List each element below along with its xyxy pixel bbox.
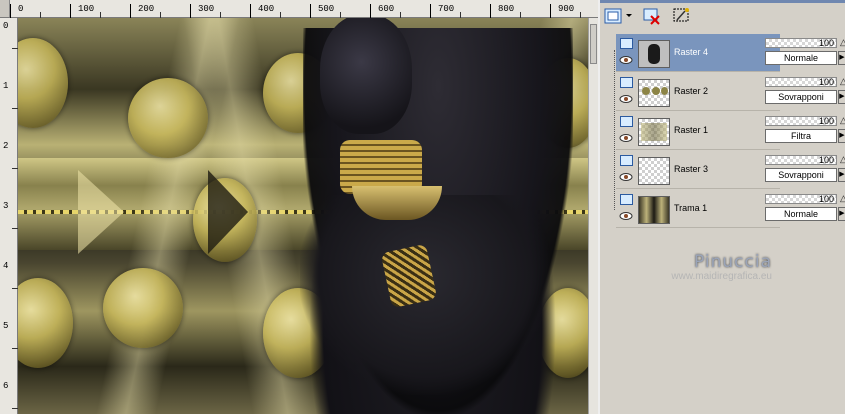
opacity-value: 100	[818, 194, 834, 204]
visibility-eye-icon[interactable]	[619, 95, 633, 103]
visibility-eye-icon[interactable]	[619, 134, 633, 142]
dropdown-arrow-icon[interactable]: ▶	[838, 129, 845, 143]
blend-mode-select[interactable]: Filtra	[765, 129, 837, 143]
layer-row-raster-3[interactable]: Raster 3	[616, 151, 780, 189]
gold-orb	[103, 268, 183, 348]
delete-layer-icon	[643, 8, 660, 25]
watermark-name: Pinuccia	[694, 252, 772, 272]
opacity-value: 100	[818, 155, 834, 165]
blend-mode-select[interactable]: Normale	[765, 51, 837, 65]
thumbnail-dot	[661, 87, 668, 95]
layer-name: Raster 1	[674, 125, 709, 135]
blend-mode-select[interactable]: Normale	[765, 207, 837, 221]
lock-icon[interactable]: △	[840, 76, 845, 87]
opacity-slider[interactable]: 100	[765, 155, 837, 165]
raster-layer-icon	[620, 77, 633, 88]
opacity-value: 100	[818, 116, 834, 126]
opacity-slider[interactable]: 100	[765, 116, 837, 126]
raster-layer-icon	[620, 194, 633, 205]
chevron-shape	[208, 170, 248, 254]
scrollbar-thumb[interactable]	[590, 24, 597, 64]
layer-name: Trama 1	[674, 203, 708, 213]
layer-thumbnail	[638, 118, 670, 146]
raster-layer-icon	[620, 116, 633, 127]
layer-row-raster-1[interactable]: Raster 1	[616, 112, 780, 150]
thumbnail-figure	[648, 44, 660, 64]
lock-icon[interactable]: △	[840, 115, 845, 126]
ruler-ticks	[12, 48, 18, 409]
lock-icon[interactable]: △	[840, 193, 845, 204]
layer-properties: 100 △ Normale ▶	[762, 190, 845, 228]
layer-properties: 100 △ Sovrapponi ▶	[762, 151, 845, 189]
opacity-value: 100	[818, 38, 834, 48]
opacity-value: 100	[818, 77, 834, 87]
opacity-slider[interactable]: 100	[765, 38, 837, 48]
layer-properties: 100 △ Normale ▶	[762, 34, 845, 72]
new-layer-icon	[604, 8, 632, 24]
gold-orb	[18, 278, 73, 368]
mask-button[interactable]	[670, 6, 694, 26]
layers-panel: Raster 4 Raster 2 Raster 1 Raster 3 Tram…	[598, 0, 845, 414]
layer-row-trama-1[interactable]: Trama 1	[616, 190, 780, 228]
layer-thumbnail	[638, 40, 670, 68]
visibility-eye-icon[interactable]	[619, 173, 633, 181]
raster-layer-icon	[620, 155, 633, 166]
delete-layer-button[interactable]	[640, 6, 664, 26]
dropdown-arrow-icon[interactable]: ▶	[838, 168, 845, 182]
ruler-vertical: 0 1 2 3 4 5 6	[0, 18, 18, 414]
dropdown-arrow-icon[interactable]: ▶	[838, 207, 845, 221]
layer-thumbnail	[638, 196, 670, 224]
canvas-scrollbar[interactable]	[588, 18, 598, 414]
thumbnail-pattern	[641, 123, 667, 141]
layer-name: Raster 2	[674, 86, 709, 96]
layer-properties-column: 100 △ Normale ▶ 100 △ Sovrapponi ▶ 100 △…	[762, 34, 845, 229]
opacity-slider[interactable]: 100	[765, 77, 837, 87]
lock-icon[interactable]: △	[840, 154, 845, 165]
raster-layer-icon	[620, 38, 633, 49]
visibility-eye-icon[interactable]	[619, 212, 633, 220]
visibility-eye-icon[interactable]	[619, 56, 633, 64]
blend-mode-select[interactable]: Sovrapponi	[765, 90, 837, 104]
dropdown-arrow-icon[interactable]: ▶	[838, 51, 845, 65]
gold-orb	[18, 38, 68, 128]
mask-icon	[673, 8, 689, 22]
thumbnail-dot	[642, 87, 650, 95]
thumbnail-dot	[652, 87, 660, 95]
watermark-url: www.maidiregrafica.eu	[671, 271, 772, 282]
layer-thumbnail	[638, 157, 670, 185]
ruler-horizontal: 0 100 200 300 400 500 600 700 800 900	[0, 0, 598, 18]
ruler-horizontal-scale: 0 100 200 300 400 500 600 700 800 900	[9, 0, 598, 18]
gold-orb	[128, 78, 208, 158]
layer-row-raster-2[interactable]: Raster 2	[616, 73, 780, 111]
image-canvas[interactable]	[18, 18, 588, 414]
layer-properties: 100 △ Sovrapponi ▶	[762, 73, 845, 111]
blend-mode-select[interactable]: Sovrapponi	[765, 168, 837, 182]
opacity-slider[interactable]: 100	[765, 194, 837, 204]
new-layer-button[interactable]	[602, 6, 634, 26]
chevron-shape	[78, 170, 124, 254]
layer-properties: 100 △ Filtra ▶	[762, 112, 845, 150]
layers-toolbar	[600, 3, 845, 31]
portrait-head	[320, 18, 412, 134]
lock-icon[interactable]: △	[840, 37, 845, 48]
layer-thumbnail	[638, 79, 670, 107]
layer-name: Raster 3	[674, 164, 709, 174]
layer-name: Raster 4	[674, 47, 709, 57]
dropdown-arrow-icon[interactable]: ▶	[838, 90, 845, 104]
watermark: Pinuccia www.maidiregrafica.eu	[652, 252, 772, 282]
layer-list: Raster 4 Raster 2 Raster 1 Raster 3 Tram…	[616, 34, 780, 229]
ruler-ticks	[10, 4, 581, 18]
layer-row-raster-4[interactable]: Raster 4	[616, 34, 780, 72]
